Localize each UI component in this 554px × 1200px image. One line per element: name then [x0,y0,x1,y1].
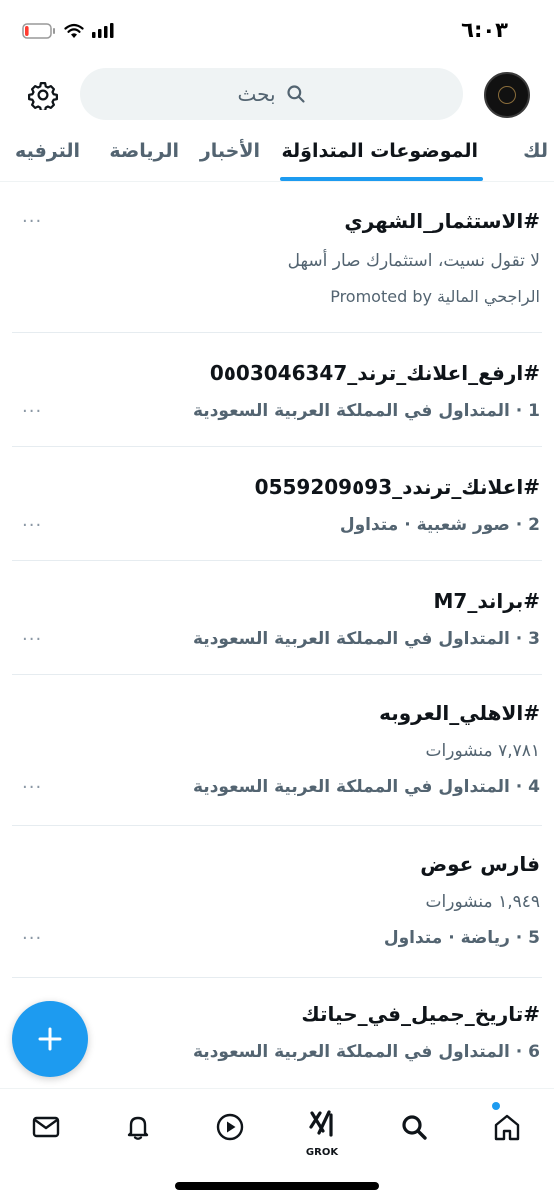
nav-grok[interactable]: GROK [302,1107,342,1158]
more-options-icon[interactable]: ··· [22,777,42,798]
active-tab-indicator [280,177,483,181]
trend-item[interactable]: #ارفع_اعلانك_ترند_0٥03046347 1 · المتداو… [0,333,554,447]
nav-messages[interactable] [26,1107,66,1147]
grok-label: GROK [305,1147,339,1158]
trend-title: #تاريخ_جميل_في_حياتك [301,1002,540,1026]
search-input[interactable]: بحث [80,68,463,120]
tab-news[interactable]: الأخبار [200,140,260,162]
trend-meta: 4 · المتداول في المملكة العربية السعودية [193,777,540,797]
search-icon [402,1115,427,1140]
gear-icon [28,82,58,110]
nav-search[interactable] [394,1107,434,1147]
video-icon [216,1113,244,1141]
bell-icon [127,1116,149,1140]
nav-notifications[interactable] [118,1107,158,1147]
trend-meta: 1 · المتداول في المملكة العربية السعودية [193,401,540,421]
home-indicator [175,1182,379,1190]
settings-button[interactable] [26,78,60,112]
explore-tabs: لك الموضوعات المتداوَلة الأخبار الرياضة … [0,128,554,182]
trend-item[interactable]: فارس عوض ١,٩٤٩ منشورات 5 · رياضة · متداو… [0,826,554,978]
status-icons [22,23,114,39]
cellular-signal-icon [92,23,114,38]
trend-title: #الاستثمار_الشهري [344,209,540,233]
trend-meta: 2 · صور شعبية · متداول [339,515,540,535]
tab-for-you[interactable]: لك [523,140,548,162]
mail-icon [32,1116,60,1138]
top-header: بحث [0,68,554,124]
trend-meta: 5 · رياضة · متداول [383,928,540,948]
search-icon [286,85,305,103]
trend-item-promoted[interactable]: #الاستثمار_الشهري لا تقول نسيت، استثمارك… [0,183,554,333]
trend-title: #اعلانك_ترندد_0559209٥93 [254,475,540,499]
home-icon [494,1114,520,1141]
nav-home[interactable] [487,1107,527,1147]
tab-entertainment[interactable]: الترفيه [15,140,80,162]
more-options-icon[interactable]: ··· [22,928,42,949]
more-options-icon[interactable]: ··· [22,401,42,422]
plus-icon [38,1027,62,1051]
trend-title: #الاهلي_العروبه [379,701,540,725]
status-time: ٦:٠٣ [461,18,508,42]
avatar[interactable] [484,72,530,118]
post-count: ١,٩٤٩ منشورات [425,892,540,912]
more-options-icon[interactable]: ··· [22,629,42,650]
trend-title: #ارفع_اعلانك_ترند_0٥03046347 [209,361,540,385]
more-options-icon[interactable]: ··· [22,515,42,536]
trend-item[interactable]: #الاهلي_العروبه ٧,٧٨١ منشورات 4 · المتدا… [0,675,554,826]
trend-item[interactable]: #اعلانك_ترندد_0559209٥93 2 · صور شعبية ·… [0,447,554,561]
search-placeholder: بحث [237,82,276,106]
tab-sports[interactable]: الرياضة [109,140,179,162]
trend-title: فارس عوض [420,852,540,876]
nav-video[interactable] [210,1107,250,1147]
trend-meta: 6 · المتداول في المملكة العربية السعودية [193,1042,540,1062]
notification-dot [492,1102,500,1110]
battery-icon [22,23,55,39]
trend-title: #براند_M7 [433,589,540,613]
status-bar: ٦:٠٣ [0,0,554,60]
grok-icon [309,1110,333,1137]
compose-button[interactable] [12,1001,88,1077]
avatar-logo [498,86,516,104]
more-options-icon[interactable]: ··· [22,211,42,232]
wifi-icon [64,23,84,38]
trend-description: لا تقول نسيت، استثمارك صار أسهل [287,251,540,271]
promoted-label: الراجحي المالية Promoted by [330,287,540,306]
trend-item[interactable]: #براند_M7 3 · المتداول في المملكة العربي… [0,561,554,675]
tab-trending[interactable]: الموضوعات المتداوَلة [282,140,479,162]
post-count: ٧,٧٨١ منشورات [425,741,540,761]
trend-meta: 3 · المتداول في المملكة العربية السعودية [193,629,540,649]
